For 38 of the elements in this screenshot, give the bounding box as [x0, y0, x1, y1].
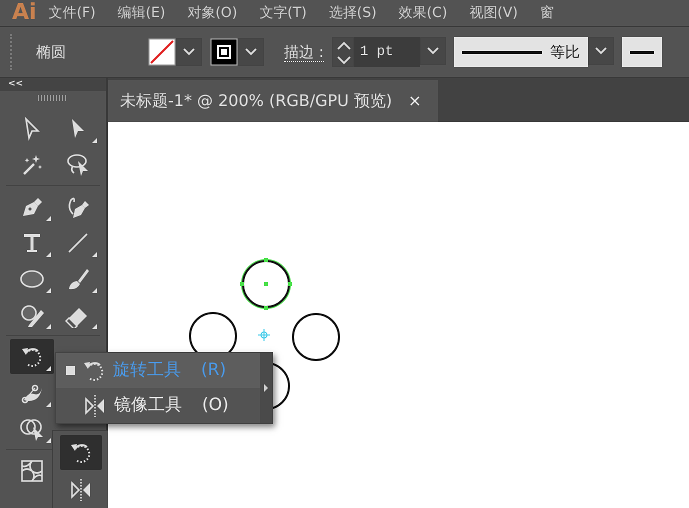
tool-button[interactable]: [60, 435, 102, 470]
fill-swatch[interactable]: [148, 38, 176, 66]
collapse-button[interactable]: <<: [0, 78, 106, 91]
lasso-arrow-icon: [65, 152, 91, 178]
flyout-item[interactable]: 镜像工具 (O): [56, 388, 262, 423]
stroke-weight-field[interactable]: 1 pt: [354, 37, 420, 67]
menu-item[interactable]: 编辑(E): [118, 1, 166, 25]
tool-button[interactable]: [10, 339, 54, 374]
stroke-swatch[interactable]: [210, 38, 238, 66]
menu-item[interactable]: 窗: [540, 1, 554, 25]
mesh-grid-icon: [19, 458, 45, 484]
menu-item[interactable]: 选择(S): [328, 1, 377, 25]
menu-item[interactable]: 视图(V): [469, 1, 518, 25]
profile-label: 等比: [550, 42, 580, 63]
chevron-down-icon: [426, 47, 439, 55]
dropdown-button[interactable]: [420, 37, 446, 65]
tearoff-bar[interactable]: [260, 353, 272, 423]
stroke-profile-dropdown[interactable]: 等比: [454, 37, 588, 67]
menu-item[interactable]: 文件(F): [48, 1, 96, 25]
close-button[interactable]: ×: [408, 89, 422, 113]
dropdown-button[interactable]: [588, 37, 614, 65]
menu-item[interactable]: 文字(T): [259, 1, 307, 25]
stepper-button[interactable]: [332, 37, 354, 67]
chevron-down-icon: [245, 48, 257, 56]
document-tab[interactable]: 未标题-1* @ 200% (RGB/GPU 预览) ×: [108, 80, 438, 122]
chevron-down-icon: [594, 47, 607, 55]
stroke-label[interactable]: 描边 :: [284, 42, 324, 62]
chevron-down-icon: [183, 48, 195, 56]
line-preview: [630, 50, 654, 54]
current-tool-marker: [66, 366, 75, 375]
menu-item[interactable]: 对象(O): [187, 1, 238, 25]
object-type-label: 椭圆: [35, 42, 67, 63]
menu-item[interactable]: 效果(C): [398, 1, 448, 25]
dropdown-button[interactable]: [238, 38, 264, 66]
app-logo: Ai: [12, 1, 37, 25]
document-title: 未标题-1* @ 200% (RGB/GPU 预览): [120, 90, 392, 112]
dropdown-button[interactable]: [176, 38, 202, 66]
brush-dropdown[interactable]: [622, 37, 662, 67]
